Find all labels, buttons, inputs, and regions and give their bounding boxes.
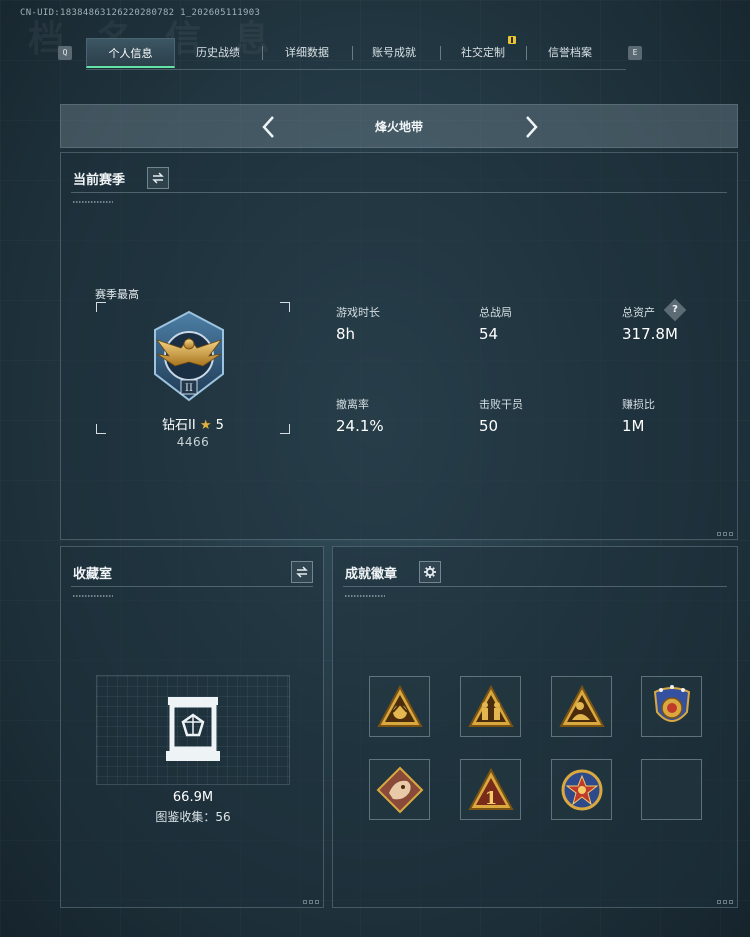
diamond-rank-eagle-emblem-icon: II — [154, 310, 224, 402]
notification-badge-icon — [508, 36, 516, 44]
season-panel-title: 当前赛季 — [73, 173, 126, 188]
tab-separator — [352, 46, 353, 60]
tab-separator — [440, 46, 441, 60]
badge-gold-triangle-soldiers[interactable] — [460, 676, 521, 737]
stat-extraction-rate-label: 撤离率 — [336, 398, 369, 411]
tab-account-achievements[interactable]: 账号成就 — [356, 38, 432, 68]
svg-text:1: 1 — [484, 788, 497, 809]
stat-profit-ratio-label: 赚损比 — [622, 398, 655, 411]
badges-settings-gear-icon[interactable] — [419, 561, 441, 583]
top-nav: Q 个人信息 历史战绩 详细数据 账号成就 社交定制 信誉档案 E — [0, 36, 750, 72]
stat-total-matches-value: 54 — [479, 325, 499, 343]
badge-gold-triangle-emblem[interactable] — [369, 676, 430, 737]
police-shield-badge-icon — [653, 684, 690, 722]
decorative-dotline — [73, 595, 113, 597]
stat-total-matches-label: 总战局 — [479, 306, 512, 319]
number-one-triangle-icon: 1 — [467, 767, 514, 810]
next-tab-key-hint[interactable]: E — [628, 46, 642, 60]
badge-star-medal[interactable] — [551, 759, 612, 820]
stat-playtime-value: 8h — [336, 325, 356, 343]
stat-playtime-label: 游戏时长 — [336, 306, 380, 319]
gold-triangle-soldiers-icon — [467, 684, 514, 727]
help-question-icon[interactable]: ? — [663, 298, 687, 322]
display-case-gem-icon — [166, 697, 220, 761]
star-icon: ★ — [199, 418, 212, 433]
rank-score: 4466 — [176, 435, 210, 449]
corner-decoration — [717, 900, 733, 904]
next-map-chevron-right-icon[interactable] — [517, 113, 545, 141]
prev-tab-key-hint[interactable]: Q — [58, 46, 72, 60]
map-selector: 烽火地带 — [60, 104, 738, 148]
collection-panel-header: 收藏室 — [71, 559, 313, 587]
tab-separator — [526, 46, 527, 60]
stat-total-assets-label: 总资产 — [622, 306, 655, 319]
tab-separator — [262, 46, 263, 60]
collection-value: 66.9M — [172, 790, 214, 805]
badge-empty-slot[interactable] — [641, 759, 702, 820]
corner-decoration — [717, 532, 733, 536]
stat-extraction-rate-value: 24.1% — [336, 417, 384, 435]
decorative-dotline — [73, 201, 113, 203]
svg-text:II: II — [185, 383, 193, 394]
badges-panel-header: 成就徽章 — [343, 559, 727, 587]
tab-detailed-data[interactable]: 详细数据 — [266, 38, 348, 68]
decorative-dotline — [345, 595, 385, 597]
tab-personal-info[interactable]: 个人信息 — [86, 38, 175, 68]
badge-police-shield[interactable] — [641, 676, 702, 737]
switch-season-swap-icon[interactable] — [147, 167, 169, 189]
star-medal-badge-icon — [561, 769, 602, 810]
rank-stars: 5 — [215, 418, 224, 433]
collection-panel-title: 收藏室 — [73, 567, 113, 582]
gold-triangle-emblem-icon — [376, 684, 423, 727]
tab-social-custom[interactable]: 社交定制 — [444, 36, 522, 68]
badge-number-one-triangle[interactable]: 1 — [460, 759, 521, 820]
badge-gold-triangle-figure[interactable] — [551, 676, 612, 737]
stat-total-assets-value: 317.8M — [622, 325, 678, 343]
collection-count: 图鉴收集：56 — [155, 810, 231, 824]
tab-match-history[interactable]: 历史战绩 — [178, 38, 258, 68]
season-panel-header: 当前赛季 — [71, 165, 727, 193]
stat-kills-value: 50 — [479, 417, 499, 435]
collection-swap-icon[interactable] — [291, 561, 313, 583]
stat-profit-ratio-value: 1M — [622, 417, 645, 435]
rank-name: 钻石II ★ 5 — [100, 414, 286, 433]
season-best-label: 赛季最高 — [95, 288, 139, 301]
uid-text: CN-UID:18384863126220280782 1_2026051119… — [20, 8, 261, 18]
badge-dragon-diamond[interactable] — [369, 759, 430, 820]
gold-triangle-figure-icon — [558, 684, 605, 727]
corner-decoration — [303, 900, 319, 904]
stat-kills-label: 击败干员 — [479, 398, 523, 411]
dragon-diamond-badge-icon — [376, 766, 423, 813]
badges-panel-title: 成就徽章 — [345, 567, 398, 582]
tab-reputation-file[interactable]: 信誉档案 — [530, 38, 610, 68]
rank-tier: 钻石II — [162, 418, 196, 433]
nav-underline — [86, 69, 626, 70]
map-title: 烽火地带 — [374, 120, 423, 134]
tab-social-custom-label: 社交定制 — [461, 46, 505, 59]
